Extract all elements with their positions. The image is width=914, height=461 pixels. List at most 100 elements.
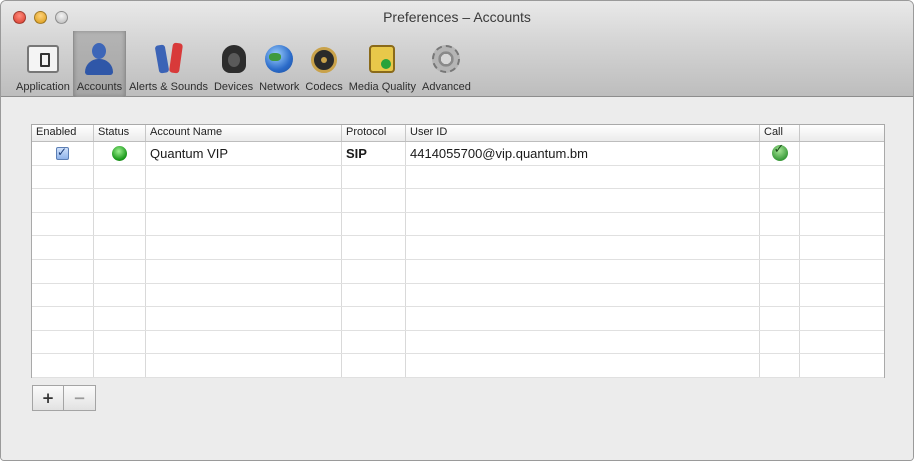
empty-cell: [342, 236, 406, 259]
empty-cell: [800, 331, 884, 354]
empty-cell: [146, 354, 342, 377]
application-icon: [25, 41, 61, 77]
empty-cell: [342, 330, 406, 354]
empty-cell: [94, 212, 146, 236]
column-header-enabled[interactable]: Enabled: [32, 125, 94, 141]
empty-cell: [800, 213, 884, 236]
empty-cell: [800, 284, 884, 307]
empty-cell: [146, 259, 342, 283]
table-row[interactable]: Quantum VIP SIP 4414055700@vip.quantum.b…: [32, 142, 884, 166]
tab-label: Media Quality: [348, 81, 416, 93]
empty-cell: [800, 354, 884, 377]
tab-advanced[interactable]: Advanced: [419, 31, 474, 97]
tab-alerts-sounds[interactable]: Alerts & Sounds: [126, 31, 211, 97]
empty-cell: [760, 212, 800, 236]
empty-cell: [32, 212, 94, 236]
tab-label: Accounts: [76, 81, 123, 93]
tab-label: Advanced: [421, 81, 471, 93]
tab-label: Codecs: [305, 81, 343, 93]
column-header-user-id[interactable]: User ID: [406, 125, 760, 141]
preferences-toolbar: Application Accounts Alerts & Sounds Dev…: [13, 31, 474, 97]
empty-cell: [32, 165, 94, 189]
column-header-status[interactable]: Status: [94, 125, 146, 141]
status-cell: [94, 142, 146, 165]
empty-cell: [32, 283, 94, 307]
accounts-pane: Enabled Status Account Name Protocol Use…: [1, 98, 913, 460]
enabled-cell: [32, 142, 94, 165]
enabled-checkbox[interactable]: [56, 145, 69, 160]
empty-cell: [800, 189, 884, 212]
table-header: Enabled Status Account Name Protocol Use…: [32, 125, 884, 142]
table-row[interactable]: [32, 283, 884, 308]
status-online-icon: [112, 145, 127, 161]
empty-cell: [406, 259, 760, 283]
empty-cell: [146, 236, 342, 259]
codecs-icon: [306, 41, 342, 77]
tab-application[interactable]: Application: [13, 31, 73, 97]
empty-cell: [406, 307, 760, 330]
empty-cell: [342, 189, 406, 212]
tab-accounts[interactable]: Accounts: [72, 31, 127, 97]
table-row[interactable]: [32, 259, 884, 284]
empty-cell: [406, 283, 760, 307]
empty-cell: [406, 354, 760, 377]
empty-cell: [32, 330, 94, 354]
table-row[interactable]: [32, 212, 884, 237]
column-header-call[interactable]: Call: [760, 125, 800, 141]
empty-cell: [760, 354, 800, 377]
empty-cell: [32, 236, 94, 259]
empty-cell: [342, 307, 406, 330]
empty-cell: [342, 354, 406, 377]
table-row[interactable]: [32, 165, 884, 190]
tab-label: Network: [259, 81, 300, 93]
accounts-table[interactable]: Enabled Status Account Name Protocol Use…: [31, 124, 885, 378]
empty-cell: [760, 307, 800, 330]
column-header-protocol[interactable]: Protocol: [342, 125, 406, 141]
call-check-icon: [771, 142, 788, 162]
empty-cell: [146, 283, 342, 307]
table-row[interactable]: [32, 330, 884, 355]
column-header-account-name[interactable]: Account Name: [146, 125, 342, 141]
table-row[interactable]: [32, 236, 884, 260]
empty-cell: [94, 307, 146, 330]
empty-cell: [342, 259, 406, 283]
empty-cell: [800, 166, 884, 189]
window-title: Preferences – Accounts: [383, 9, 531, 25]
media-quality-icon: [364, 41, 400, 77]
alerts-sounds-icon: [151, 41, 187, 77]
accounts-icon: [81, 41, 117, 77]
tab-devices[interactable]: Devices: [211, 31, 256, 97]
tab-label: Devices: [213, 81, 254, 93]
empty-cell: [146, 189, 342, 212]
preferences-window: Preferences – Accounts Application Accou…: [0, 0, 914, 461]
empty-cell: [94, 189, 146, 212]
column-header-blank: [800, 125, 884, 141]
empty-cell: [32, 189, 94, 212]
table-row[interactable]: [32, 307, 884, 331]
empty-cell: [342, 165, 406, 189]
table-row[interactable]: [32, 189, 884, 213]
empty-cell: [32, 259, 94, 283]
empty-cell: [800, 307, 884, 330]
empty-cell: [94, 283, 146, 307]
empty-cell: [406, 165, 760, 189]
tab-network[interactable]: Network: [256, 31, 302, 97]
empty-cell: [94, 165, 146, 189]
table-row[interactable]: [32, 354, 884, 378]
empty-cell: [760, 259, 800, 283]
titlebar: Preferences – Accounts Application Accou…: [1, 1, 913, 97]
call-cell: [760, 142, 800, 165]
empty-cell: [760, 283, 800, 307]
network-icon: [261, 41, 297, 77]
empty-cell: [800, 236, 884, 259]
tab-codecs[interactable]: Codecs: [302, 31, 345, 97]
empty-cell: [760, 330, 800, 354]
add-account-button[interactable]: +: [32, 385, 64, 411]
tab-media-quality[interactable]: Media Quality: [346, 31, 419, 97]
account-name-cell: Quantum VIP: [146, 142, 342, 165]
remove-account-button[interactable]: −: [64, 385, 96, 411]
empty-cell: [146, 307, 342, 330]
empty-cell: [760, 189, 800, 212]
account-buttons: + −: [32, 385, 96, 411]
empty-cell: [146, 212, 342, 236]
